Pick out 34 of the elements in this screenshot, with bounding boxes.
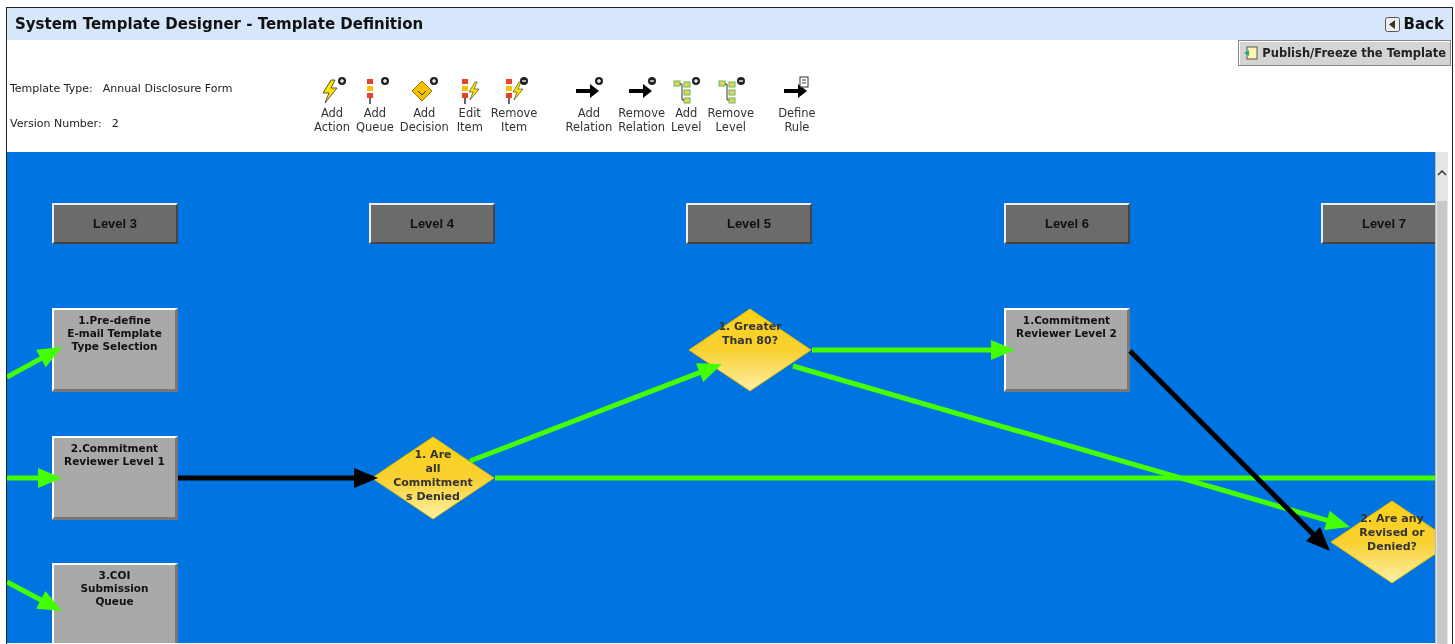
level-header[interactable]: Level 3 <box>52 203 178 244</box>
window-title: System Template Designer - Template Definition <box>15 15 424 33</box>
decision-label: 1. Are all Commitment s Denied <box>393 448 473 504</box>
field-value: 2 <box>111 117 119 130</box>
toolbar-button[interactable]: Remove Level <box>707 76 755 134</box>
toolbar-button[interactable]: Define Rule <box>778 76 816 134</box>
publish-icon <box>1243 45 1260 61</box>
toolbar-button[interactable]: Edit Item <box>454 76 485 134</box>
field-label: Template Type: <box>10 82 93 95</box>
level-header[interactable]: Level 7 <box>1321 203 1435 244</box>
toolbar-button[interactable]: Add Level <box>671 76 702 134</box>
toolbar-button[interactable]: Remove Item <box>490 76 538 134</box>
decision-diamond[interactable] <box>1330 500 1435 584</box>
queue-node[interactable]: 1.Pre-define E-mail Template Type Selection <box>52 308 178 392</box>
level-header[interactable]: Level 5 <box>686 203 812 244</box>
queue-node[interactable]: 3.COI Submission Queue <box>52 563 178 643</box>
toolbar-button[interactable]: Remove Relation <box>618 76 666 134</box>
decision-diamond[interactable] <box>688 308 812 392</box>
level-header[interactable]: Level 4 <box>369 203 495 244</box>
back-button[interactable]: Back <box>1384 15 1444 33</box>
field-label: Version Number: <box>10 117 102 130</box>
decision-diamond[interactable] <box>371 436 495 520</box>
toolbar-button[interactable]: Add Relation <box>565 76 613 134</box>
toolbar-button[interactable]: Add Queue <box>356 76 394 134</box>
queue-node[interactable]: 1.Commitment Reviewer Level 2 <box>1004 308 1130 392</box>
queue-node[interactable]: 2.Commitment Reviewer Level 1 <box>52 436 178 520</box>
tree-minus-icon <box>715 76 746 106</box>
toolbar-button[interactable]: Add Action <box>314 76 350 134</box>
publish-button[interactable]: Publish/Freeze the Template <box>1238 40 1451 66</box>
relation-arrow[interactable] <box>1128 349 1330 551</box>
tree-plus-icon <box>671 76 702 106</box>
field-value: Annual Disclosure Form <box>102 82 233 95</box>
level-header[interactable]: Level 6 <box>1004 203 1130 244</box>
toolbar-button[interactable]: Add Decision <box>399 76 449 134</box>
